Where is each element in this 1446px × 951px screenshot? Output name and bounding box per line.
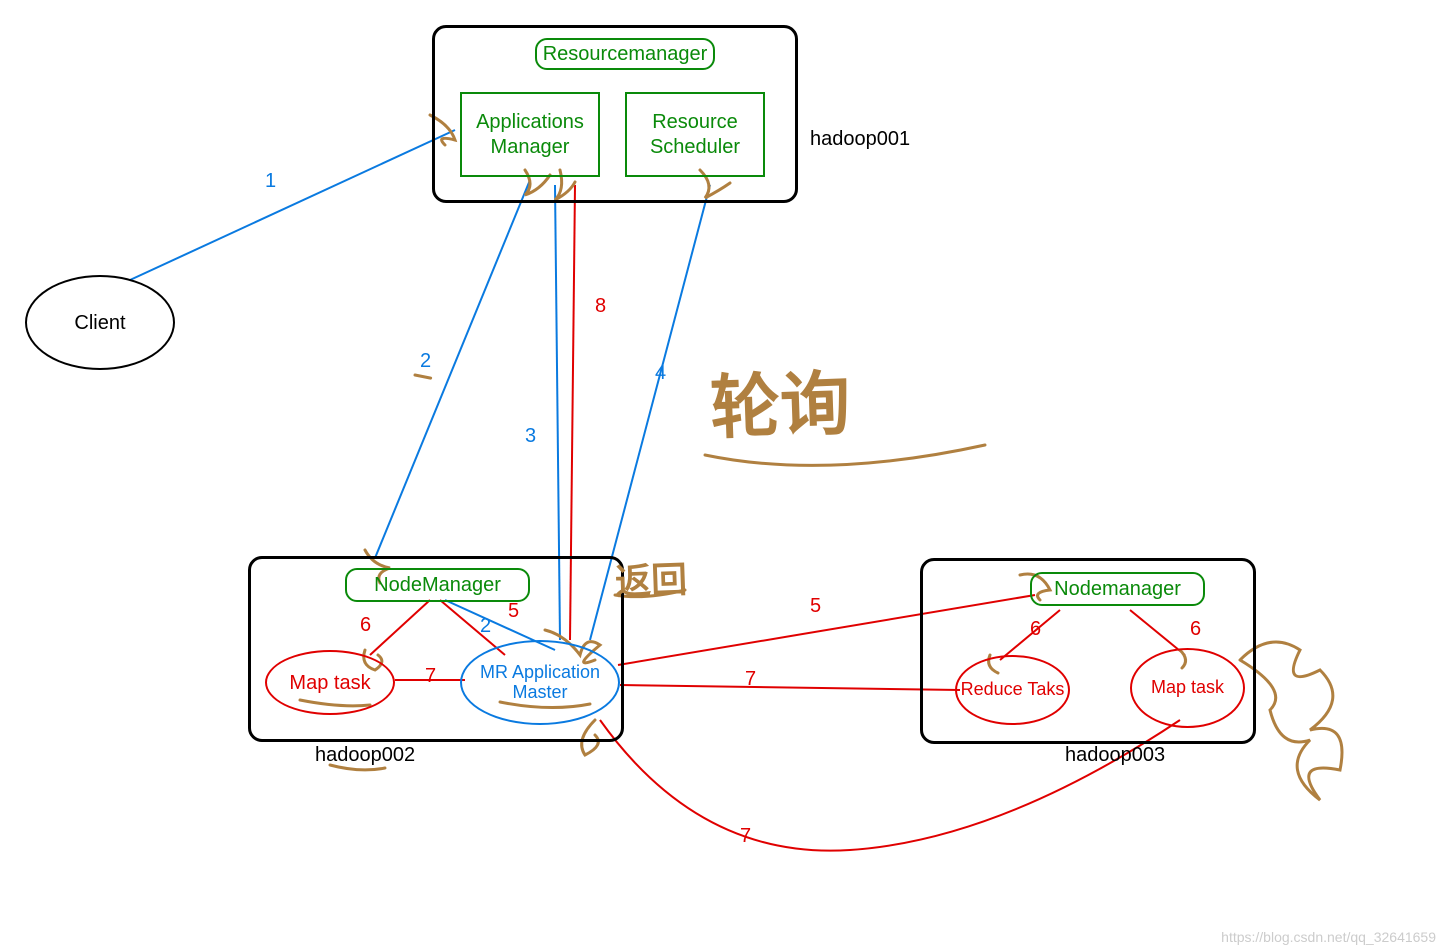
edge-6-left-label: 6 xyxy=(360,614,371,637)
reduce-task-node: Reduce Taks xyxy=(955,655,1070,725)
edge-1-label: 1 xyxy=(265,170,276,193)
edge-7-left-label: 7 xyxy=(425,665,436,688)
client-label: Client xyxy=(74,312,125,334)
host-nm-right-label: hadoop003 xyxy=(1065,744,1165,767)
map-task-left-label: Map task xyxy=(289,672,370,694)
mr-app-master-label: MR Application Master xyxy=(462,663,618,703)
map-task-left-node: Map task xyxy=(265,650,395,715)
resourcemanager-label: Resourcemanager xyxy=(543,42,708,67)
nodemanager-left-box: NodeManager xyxy=(345,568,530,602)
nodemanager-left-label: NodeManager xyxy=(374,573,501,598)
handwriting-mid: 返回 xyxy=(614,551,688,605)
edge-5-left-label: 5 xyxy=(508,600,519,623)
applications-manager-box: Applications Manager xyxy=(460,92,600,177)
map-task-right-label: Map task xyxy=(1151,678,1224,698)
mr-app-master-node: MR Application Master xyxy=(460,640,620,725)
edge-3-label: 3 xyxy=(525,425,536,448)
edge-8-label: 8 xyxy=(595,295,606,318)
edge-4-label: 4 xyxy=(655,362,666,385)
edge-7-bottom-label: 7 xyxy=(740,825,751,848)
nodemanager-right-label: Nodemanager xyxy=(1054,577,1181,602)
nodemanager-right-box: Nodemanager xyxy=(1030,572,1205,606)
handwriting-right: 轮询 xyxy=(708,348,851,454)
resource-scheduler-box: Resource Scheduler xyxy=(625,92,765,177)
edge-2b-label: 2 xyxy=(480,615,491,638)
host-nm-left-label: hadoop002 xyxy=(315,744,415,767)
edge-6-r2-label: 6 xyxy=(1190,618,1201,641)
resource-scheduler-label: Resource Scheduler xyxy=(631,110,759,160)
edge-5-right-label: 5 xyxy=(810,595,821,618)
client-node: Client xyxy=(25,275,175,370)
watermark-text: https://blog.csdn.net/qq_32641659 xyxy=(1221,929,1436,945)
edge-6-r1-label: 6 xyxy=(1030,618,1041,641)
edge-7-mid-label: 7 xyxy=(745,668,756,691)
edge-2-label: 2 xyxy=(420,350,431,373)
reduce-task-label: Reduce Taks xyxy=(961,680,1065,700)
applications-manager-label: Applications Manager xyxy=(466,110,594,160)
host-rm-label: hadoop001 xyxy=(810,128,910,151)
resourcemanager-box: Resourcemanager xyxy=(535,38,715,70)
map-task-right-node: Map task xyxy=(1130,648,1245,728)
